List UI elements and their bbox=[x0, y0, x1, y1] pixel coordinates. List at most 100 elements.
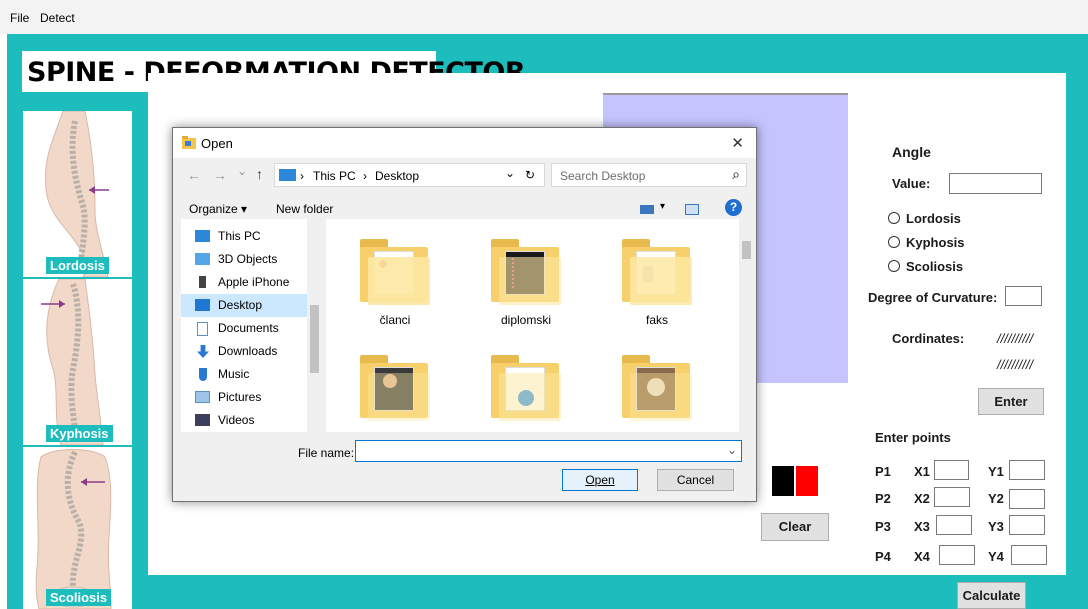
radio-label-kyphosis[interactable]: Kyphosis bbox=[906, 235, 965, 250]
enter-button[interactable]: Enter bbox=[978, 388, 1044, 415]
nav-label: Documents bbox=[218, 321, 279, 335]
nav-label: This PC bbox=[218, 229, 261, 243]
forward-icon[interactable]: → bbox=[213, 167, 227, 183]
recent-locations-icon[interactable]: ⌄ bbox=[237, 164, 247, 178]
y2-input[interactable] bbox=[1009, 489, 1045, 509]
refresh-icon[interactable]: ↻ bbox=[525, 168, 535, 182]
3d-objects-icon bbox=[195, 253, 210, 265]
nav-item-music[interactable]: Music bbox=[181, 363, 312, 386]
kyphosis-spine-image bbox=[41, 279, 104, 445]
value-input[interactable] bbox=[949, 173, 1042, 194]
folder-icon bbox=[360, 355, 430, 425]
up-icon[interactable]: ↑ bbox=[256, 166, 263, 182]
back-icon[interactable]: ← bbox=[187, 167, 201, 183]
nav-item-downloads[interactable]: Downloads bbox=[181, 340, 312, 363]
organize-button[interactable]: Organize ▾ bbox=[189, 202, 247, 216]
file-name-label: faks bbox=[645, 313, 668, 327]
file-item-diplomski[interactable]: diplomski bbox=[481, 239, 571, 327]
y3-input[interactable] bbox=[1009, 515, 1045, 535]
x2-label: X2 bbox=[914, 491, 930, 506]
this-pc-icon bbox=[195, 230, 210, 242]
folder-icon bbox=[622, 239, 692, 309]
help-icon[interactable]: ? bbox=[725, 199, 742, 216]
degree-input[interactable] bbox=[1005, 286, 1042, 306]
close-icon[interactable]: ✕ bbox=[731, 134, 744, 152]
lordosis-spine-image bbox=[44, 111, 109, 277]
file-name-label: članci bbox=[379, 313, 411, 327]
file-item[interactable] bbox=[481, 355, 571, 429]
y1-label: Y1 bbox=[988, 464, 1004, 479]
file-name-dropdown-icon[interactable]: ⌄ bbox=[727, 443, 737, 457]
x1-input[interactable] bbox=[934, 460, 969, 480]
nav-item-videos[interactable]: Videos bbox=[181, 409, 312, 432]
nav-scrollbar-thumb[interactable] bbox=[310, 305, 319, 373]
path-dropdown-icon[interactable]: ⌄ bbox=[505, 166, 515, 180]
nav-label: Pictures bbox=[218, 390, 262, 404]
y4-label: Y4 bbox=[988, 549, 1004, 564]
nav-item-desktop[interactable]: Desktop bbox=[181, 294, 312, 317]
cancel-button[interactable]: Cancel bbox=[657, 469, 734, 491]
point-label-p1: P1 bbox=[875, 464, 891, 479]
file-name-input[interactable]: ⌄ bbox=[355, 440, 742, 462]
spine-panel-scoliosis[interactable]: Scoliosis bbox=[23, 447, 132, 609]
color-swatch-black[interactable] bbox=[772, 466, 794, 496]
radio-label-lordosis[interactable]: Lordosis bbox=[906, 211, 961, 226]
new-folder-button[interactable]: New folder bbox=[276, 202, 333, 216]
radio-lordosis[interactable] bbox=[888, 212, 900, 224]
y4-input[interactable] bbox=[1011, 545, 1047, 565]
nav-item-pictures[interactable]: Pictures bbox=[181, 386, 312, 409]
x4-input[interactable] bbox=[939, 545, 975, 565]
preview-pane-icon[interactable] bbox=[685, 204, 699, 215]
desktop-icon bbox=[195, 299, 210, 311]
radio-kyphosis[interactable] bbox=[888, 236, 900, 248]
menu-file[interactable]: File bbox=[10, 11, 29, 25]
nav-label: 3D Objects bbox=[218, 252, 278, 266]
open-button[interactable]: Open bbox=[562, 469, 638, 491]
clear-button[interactable]: Clear bbox=[761, 513, 829, 541]
y3-label: Y3 bbox=[988, 519, 1004, 534]
search-input[interactable]: Search Desktop ⌕ bbox=[551, 163, 747, 187]
file-list-scrollbar-thumb[interactable] bbox=[742, 241, 751, 259]
x2-input[interactable] bbox=[934, 487, 970, 507]
breadcrumb-desktop[interactable]: Desktop bbox=[375, 169, 419, 183]
open-folder-icon bbox=[182, 136, 196, 149]
calculate-button[interactable]: Calculate bbox=[957, 582, 1026, 609]
file-item[interactable] bbox=[350, 355, 440, 429]
radio-scoliosis[interactable] bbox=[888, 260, 900, 272]
spine-panel-lordosis[interactable]: Lordosis bbox=[23, 111, 132, 277]
enter-points-label: Enter points bbox=[875, 430, 951, 445]
x4-label: X4 bbox=[914, 549, 930, 564]
file-item-faks[interactable]: faks bbox=[612, 239, 702, 327]
file-item-clanci[interactable]: članci bbox=[350, 239, 440, 327]
nav-label: Desktop bbox=[218, 298, 263, 312]
right-panel: Angle Value: Lordosis Kyphosis Scoliosis… bbox=[851, 73, 1066, 575]
view-icon[interactable] bbox=[640, 205, 654, 214]
file-item[interactable] bbox=[612, 355, 702, 429]
breadcrumb-sep-1: › bbox=[300, 169, 304, 183]
radio-label-scoliosis[interactable]: Scoliosis bbox=[906, 259, 963, 274]
dialog-title-bar: Open ✕ bbox=[173, 128, 756, 158]
nav-item-apple-iphone[interactable]: Apple iPhone bbox=[181, 271, 312, 294]
nav-scrollbar[interactable] bbox=[307, 219, 322, 432]
videos-icon bbox=[195, 414, 210, 426]
degree-label: Degree of Curvature: bbox=[868, 290, 998, 305]
breadcrumb-this-pc[interactable]: This PC bbox=[313, 169, 356, 183]
spine-label-lordosis: Lordosis bbox=[46, 257, 109, 274]
nav-item-documents[interactable]: Documents bbox=[181, 317, 312, 340]
view-dropdown-icon[interactable]: ▾ bbox=[660, 201, 665, 212]
scoliosis-spine-image bbox=[35, 449, 112, 609]
point-label-p3: P3 bbox=[875, 519, 891, 534]
cordinates-label: Cordinates: bbox=[892, 331, 965, 346]
angle-title: Angle bbox=[892, 144, 931, 160]
color-swatch-red[interactable] bbox=[796, 466, 818, 496]
nav-item-this-pc[interactable]: This PC bbox=[181, 225, 312, 248]
spine-panel-kyphosis[interactable]: Kyphosis bbox=[23, 279, 132, 445]
file-name-label: diplomski bbox=[500, 313, 551, 327]
nav-item-3d-objects[interactable]: 3D Objects bbox=[181, 248, 312, 271]
y1-input[interactable] bbox=[1009, 460, 1045, 480]
menu-detect[interactable]: Detect bbox=[40, 11, 75, 25]
file-list-scrollbar[interactable] bbox=[739, 219, 754, 432]
address-bar[interactable]: › This PC › Desktop ⌄ ↻ bbox=[274, 163, 545, 187]
x3-input[interactable] bbox=[936, 515, 972, 535]
nav-label: Videos bbox=[218, 413, 255, 427]
